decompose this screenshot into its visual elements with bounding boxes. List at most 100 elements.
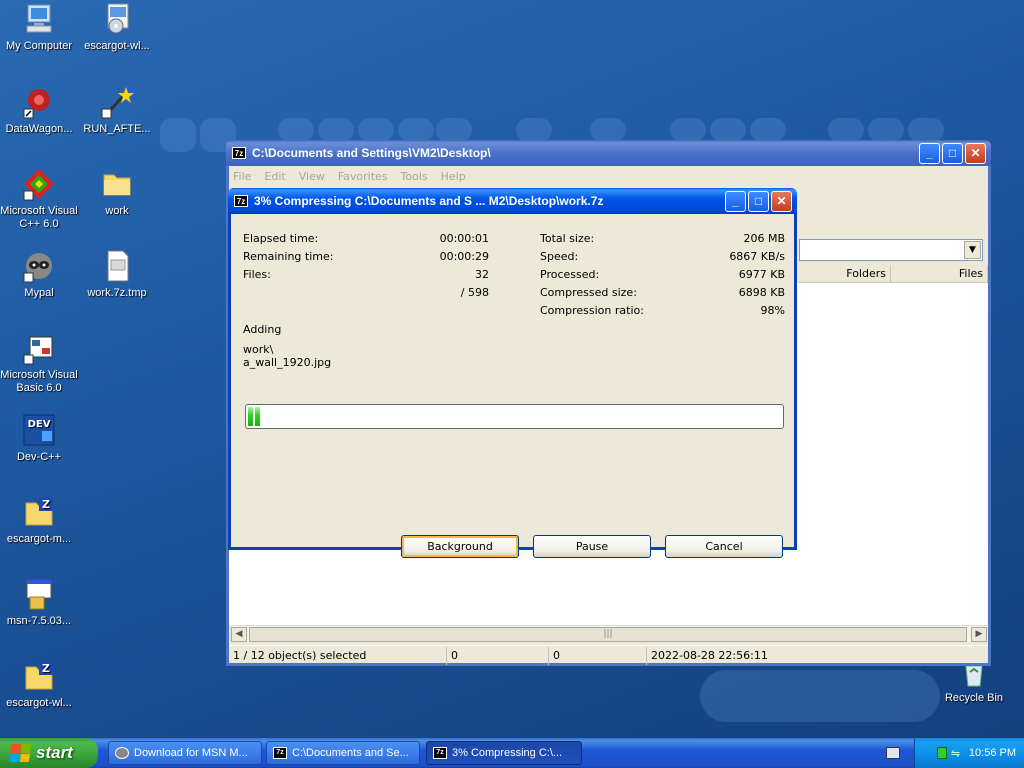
chevron-down-icon[interactable]: ▼	[964, 241, 981, 259]
menu-file[interactable]: File	[233, 170, 251, 183]
desktop-icon-work-folder[interactable]: work	[77, 167, 157, 218]
desktop-icon-label: escargot-wl...	[84, 40, 150, 52]
close-button[interactable]: ✕	[771, 190, 792, 212]
7zip-icon: 7z	[234, 195, 248, 207]
file-manager-titlebar[interactable]: 7z C:\Documents and Settings\VM2\Desktop…	[226, 140, 991, 166]
dialog-body: Elapsed time: 00:00:01 Remaining time: 0…	[231, 214, 794, 558]
clock[interactable]: 10:56 PM	[969, 747, 1016, 759]
progress-segment	[248, 407, 253, 426]
maximize-button[interactable]: □	[748, 190, 769, 212]
address-combobox[interactable]: ▼	[799, 239, 983, 261]
desktop-icon-label: Mypal	[24, 287, 54, 299]
raccoon-icon	[22, 249, 56, 283]
menu-help[interactable]: Help	[441, 170, 466, 183]
desktop-icon-visual-cpp[interactable]: Microsoft Visual C++ 6.0	[0, 167, 79, 231]
window-title: C:\Documents and Settings\VM2\Desktop\	[252, 146, 491, 160]
network-icon[interactable]: ⇋	[951, 747, 963, 760]
compressed-size-label: Compressed size:	[540, 286, 637, 299]
green-tray-icon[interactable]	[936, 747, 947, 759]
desktop-icon-visual-basic[interactable]: Microsoft Visual Basic 6.0	[0, 331, 79, 395]
compressed-size-value: 6898 KB	[738, 286, 785, 299]
desktop-icon-my-computer[interactable]: My Computer	[0, 2, 79, 53]
desktop-icon-run-after[interactable]: RUN_AFTE...	[77, 85, 157, 136]
magic-wand-icon	[100, 85, 134, 119]
column-header-label: Files	[958, 267, 983, 280]
desktop-icon-escargot-wl-2[interactable]: Z escargot-wl...	[0, 659, 79, 710]
compression-ratio-value: 98%	[760, 304, 785, 317]
background-button[interactable]: Background	[401, 535, 519, 558]
files-label: Files:	[243, 268, 271, 281]
desktop-icon-label: My Computer	[5, 40, 73, 52]
desktop-icon-label: DataWagon...	[5, 123, 73, 135]
desktop-icon-msn[interactable]: msn-7.5.03...	[0, 577, 79, 628]
column-header-folders[interactable]: Folders	[799, 265, 891, 283]
status-modified: 2022-08-28 22:56:11	[651, 648, 768, 662]
start-button[interactable]: start	[0, 738, 98, 768]
scroll-left-icon[interactable]: ◀	[231, 627, 247, 642]
elapsed-label: Elapsed time:	[243, 232, 319, 245]
dialog-titlebar[interactable]: 7z 3% Compressing C:\Documents and S ...…	[228, 188, 797, 214]
status-size: 0	[447, 646, 549, 665]
taskbar-item-compressing[interactable]: 7z 3% Compressing C:\...	[426, 741, 582, 765]
taskbar-item-file-manager[interactable]: 7z C:\Documents and Se...	[266, 741, 420, 765]
desktop-icon-recycle-bin[interactable]: Recycle Bin	[934, 664, 1014, 705]
7zip-icon: 7z	[232, 147, 246, 159]
menu-view[interactable]: View	[299, 170, 325, 183]
menu-edit[interactable]: Edit	[264, 170, 285, 183]
system-tray: ⇋ 10:56 PM	[914, 738, 1024, 768]
minimize-button[interactable]: _	[725, 190, 746, 212]
desktop-icon-label: Microsoft Visual C++ 6.0	[0, 205, 78, 230]
scrollbar-thumb[interactable]: |||	[249, 627, 967, 642]
taskbar-item-label: 3% Compressing C:\...	[452, 747, 563, 759]
desktop-icon-label: escargot-wl...	[6, 697, 72, 709]
remaining-value: 00:00:29	[439, 250, 489, 263]
menu-bar: File Edit View Favorites Tools Help	[229, 166, 988, 186]
start-label: start	[36, 743, 73, 762]
column-header-files[interactable]: Files	[891, 265, 988, 283]
speed-label: Speed:	[540, 250, 579, 263]
installer-icon	[100, 2, 134, 36]
horizontal-scrollbar[interactable]: ◀ ||| ▶	[231, 625, 987, 642]
menu-tools[interactable]: Tools	[401, 170, 428, 183]
close-button[interactable]: ✕	[965, 142, 986, 164]
pause-button[interactable]: Pause	[533, 535, 651, 558]
total-size-label: Total size:	[540, 232, 595, 245]
browser-icon	[115, 747, 129, 759]
desktop-icon-datawagon[interactable]: DataWagon...	[0, 85, 79, 136]
elapsed-value: 00:00:01	[439, 232, 489, 245]
desktop-icon-escargot-wl-1[interactable]: escargot-wl...	[77, 2, 157, 53]
taskbar-item-label: Download for MSN M...	[134, 747, 248, 759]
files-value: 32	[475, 268, 489, 281]
datawagon-icon	[22, 85, 56, 119]
visual-basic-icon	[22, 331, 56, 365]
desktop-icon-label: escargot-m...	[6, 533, 72, 545]
status-selected: 1 / 12 object(s) selected	[229, 646, 447, 665]
zip-folder-icon: Z	[22, 495, 56, 529]
dialog-title: 3% Compressing C:\Documents and S ... M2…	[254, 194, 604, 208]
operation-label: Adding	[243, 323, 282, 336]
7zip-icon: 7z	[433, 747, 447, 759]
desktop-icon-work-7z-tmp[interactable]: work.7z.tmp	[77, 249, 157, 300]
desktop-icon-dev-cpp[interactable]: DEV Dev-C++	[0, 413, 79, 464]
current-file: a_wall_1920.jpg	[243, 356, 332, 369]
computer-icon	[22, 2, 56, 36]
desktop-icon-mypal[interactable]: Mypal	[0, 249, 79, 300]
menu-favorites[interactable]: Favorites	[338, 170, 388, 183]
taskbar-item-label: C:\Documents and Se...	[292, 747, 409, 759]
compression-ratio-label: Compression ratio:	[540, 304, 644, 317]
cancel-button[interactable]: Cancel	[665, 535, 783, 558]
desktop-icon-escargot-m[interactable]: Z escargot-m...	[0, 495, 79, 546]
desktop-icon-label: RUN_AFTE...	[83, 123, 151, 135]
keyboard-icon[interactable]	[886, 747, 900, 759]
minimize-button[interactable]: _	[919, 142, 940, 164]
column-header-label: Folders	[846, 267, 886, 280]
taskbar-item-download-msn[interactable]: Download for MSN M...	[108, 741, 262, 765]
dev-cpp-icon: DEV	[22, 413, 56, 447]
setup-icon	[22, 577, 56, 611]
maximize-button[interactable]: □	[942, 142, 963, 164]
progress-bar-fill	[248, 407, 781, 426]
taskbar: start Download for MSN M... 7z C:\Docume…	[0, 738, 1024, 768]
scroll-right-icon[interactable]: ▶	[971, 627, 987, 642]
svg-text:Z: Z	[42, 498, 50, 511]
status-bar: 1 / 12 object(s) selected 0 0 2022-08-28…	[229, 645, 988, 665]
